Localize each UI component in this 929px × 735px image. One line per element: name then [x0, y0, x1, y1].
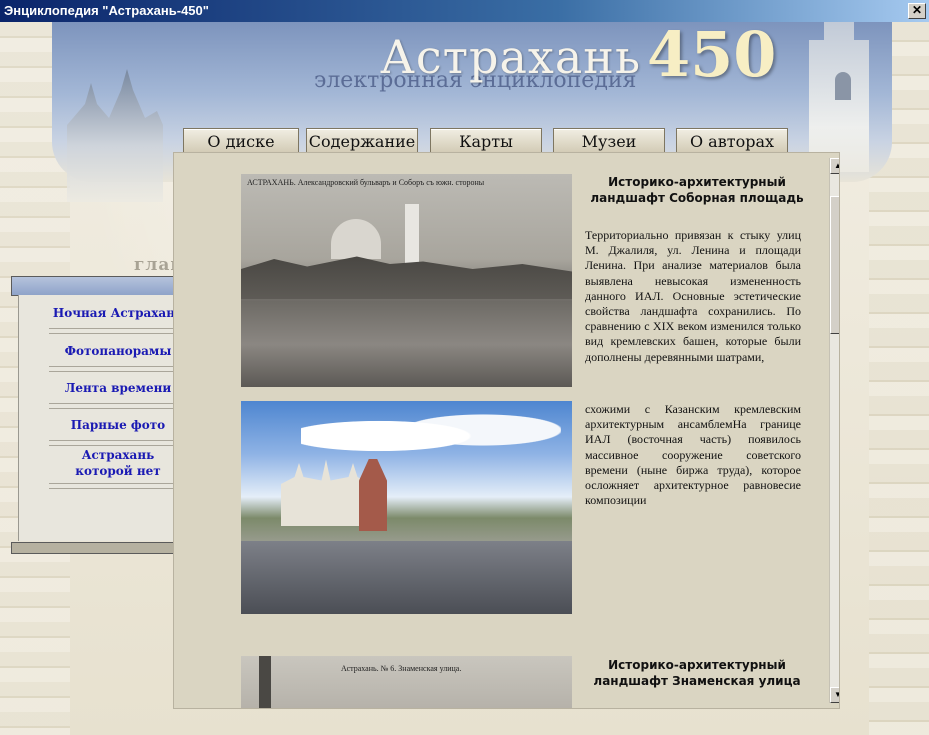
bell-tower-window [835, 72, 851, 100]
photo-kremlin-shape [281, 459, 371, 526]
scroll-down-icon[interactable]: ▼ [830, 687, 839, 703]
header-title: Астрахань [380, 30, 641, 84]
photo-belltower-shape [405, 204, 419, 264]
section-text-sobornaya-2: схожими с Казанским кремлевским архитект… [585, 402, 801, 508]
app-window: электронная энциклопедия Астрахань 450 О… [0, 22, 929, 735]
photo-caption: АСТРАХАНЬ. Александровский бульваръ и Со… [247, 178, 485, 187]
header-number: 450 [647, 22, 777, 91]
content-panel: АСТРАХАНЬ. Александровский бульваръ и Со… [173, 152, 840, 709]
close-icon[interactable]: ✕ [908, 3, 926, 19]
photo-znamenskaya-historic[interactable]: Астрахань. № 6. Знаменская улица. [241, 656, 572, 708]
section-title-znamenskaya: Историко-архитектурный ландшафт Знаменск… [593, 658, 801, 688]
photo-road-shape [241, 541, 572, 614]
scroll-thumb[interactable] [830, 196, 839, 334]
section-text-sobornaya-1: Территориально привязан к стыку улиц М. … [585, 228, 801, 364]
sidebar-divider [49, 403, 189, 409]
sidebar-item-lost-astrakhan[interactable]: Астрахань которой нет [68, 447, 168, 479]
photo-clouds-shape [301, 406, 561, 466]
window-title: Энциклопедия "Астрахань-450" [4, 3, 209, 18]
window-titlebar: Энциклопедия "Астрахань-450" ✕ [0, 0, 929, 22]
photo-post-shape [259, 656, 271, 708]
section-title-sobornaya: Историко-архитектурный ландшафт Соборная… [590, 175, 804, 205]
photo-sobornaya-modern[interactable] [241, 401, 572, 614]
content-scrollbar[interactable]: ▲ ▼ [829, 158, 839, 703]
photo-dome-shape [331, 219, 381, 259]
sidebar-divider [49, 328, 189, 334]
photo-tower-shape [359, 459, 387, 531]
photo-sobornaya-historic[interactable]: АСТРАХАНЬ. Александровский бульваръ и Со… [241, 174, 572, 387]
photo-caption: Астрахань. № 6. Знаменская улица. [341, 664, 462, 673]
sidebar-divider [49, 440, 189, 446]
sidebar-divider [49, 366, 189, 372]
scroll-up-icon[interactable]: ▲ [830, 158, 839, 174]
sidebar-divider [49, 483, 189, 489]
